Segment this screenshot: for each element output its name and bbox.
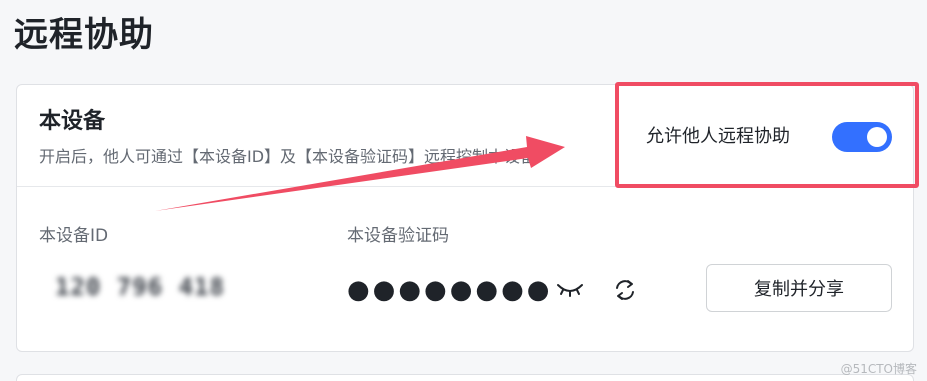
watermark: @51CTO博客 <box>840 362 917 376</box>
device-card-header: 本设备 开启后，他人可通过【本设备ID】及【本设备验证码】远程控制本设备 允许他… <box>17 85 913 187</box>
refresh-icon[interactable] <box>608 273 642 307</box>
section-description: 开启后，他人可通过【本设备ID】及【本设备验证码】远程控制本设备 <box>39 147 537 166</box>
device-id-value: 120 796 418 <box>55 273 225 301</box>
eye-closed-icon[interactable] <box>553 275 587 305</box>
copy-and-share-button[interactable]: 复制并分享 <box>706 264 892 312</box>
remote-assist-toggle[interactable] <box>832 122 892 152</box>
page-title: 远程协助 <box>14 15 154 55</box>
next-card <box>16 374 914 381</box>
verification-code-label: 本设备验证码 <box>347 226 449 246</box>
remote-assist-label: 允许他人远程协助 <box>646 126 790 147</box>
device-card: 本设备 开启后，他人可通过【本设备ID】及【本设备验证码】远程控制本设备 允许他… <box>16 84 914 352</box>
toggle-knob <box>867 127 887 147</box>
device-id-label: 本设备ID <box>39 226 109 246</box>
section-title: 本设备 <box>39 109 106 134</box>
verification-code-value: ●●●●●●●● <box>347 275 553 305</box>
